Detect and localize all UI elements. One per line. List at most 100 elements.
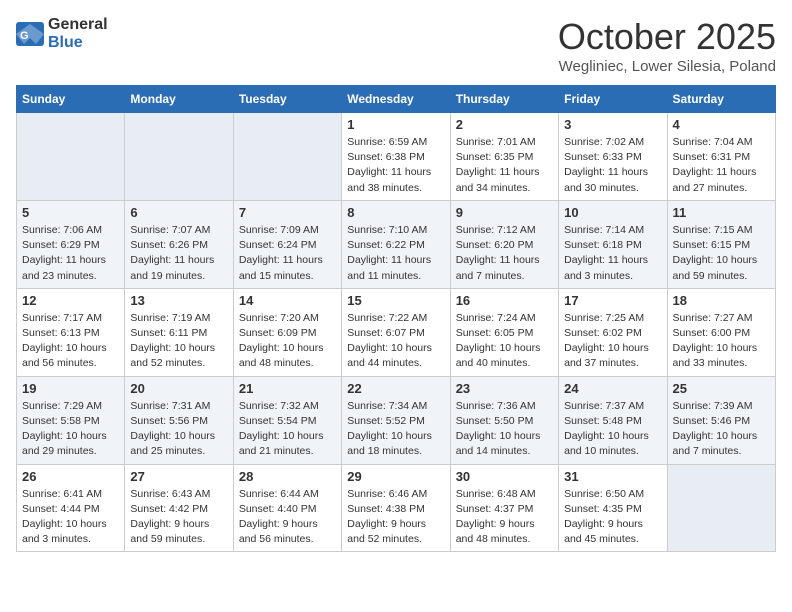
cell-date-number: 29 — [347, 469, 444, 484]
cell-date-number: 8 — [347, 205, 444, 220]
title-block: October 2025 Wegliniec, Lower Silesia, P… — [558, 16, 776, 75]
logo-icon: G — [16, 22, 44, 46]
cell-date-number: 14 — [239, 293, 336, 308]
calendar-cell: 31 Sunrise: 6:50 AMSunset: 4:35 PMDayligh… — [559, 464, 667, 552]
calendar-cell: 21 Sunrise: 7:32 AMSunset: 5:54 PMDayligh… — [233, 376, 341, 464]
cell-info-text: Sunrise: 6:50 AMSunset: 4:35 PMDaylight:… — [564, 487, 661, 548]
calendar-cell: 1 Sunrise: 6:59 AMSunset: 6:38 PMDaylight… — [342, 113, 450, 201]
calendar-cell: 29 Sunrise: 6:46 AMSunset: 4:38 PMDayligh… — [342, 464, 450, 552]
calendar-cell — [125, 113, 233, 201]
cell-date-number: 4 — [673, 117, 770, 132]
cell-info-text: Sunrise: 6:59 AMSunset: 6:38 PMDaylight:… — [347, 135, 444, 196]
cell-date-number: 17 — [564, 293, 661, 308]
cell-info-text: Sunrise: 6:44 AMSunset: 4:40 PMDaylight:… — [239, 487, 336, 548]
logo-blue-text: Blue — [48, 34, 83, 51]
cell-info-text: Sunrise: 7:25 AMSunset: 6:02 PMDaylight:… — [564, 311, 661, 372]
calendar-cell: 12Sunrise: 7:17 AMSunset: 6:13 PMDayligh… — [17, 288, 125, 376]
calendar-cell — [17, 113, 125, 201]
week-row-4: 19Sunrise: 7:29 AMSunset: 5:58 PMDayligh… — [17, 376, 776, 464]
calendar-cell: 30 Sunrise: 6:48 AMSunset: 4:37 PMDayligh… — [450, 464, 558, 552]
cell-date-number: 3 — [564, 117, 661, 132]
cell-date-number: 20 — [130, 381, 227, 396]
cell-date-number: 7 — [239, 205, 336, 220]
calendar-cell: 22 Sunrise: 7:34 AMSunset: 5:52 PMDayligh… — [342, 376, 450, 464]
calendar-cell: 25 Sunrise: 7:39 AMSunset: 5:46 PMDayligh… — [667, 376, 775, 464]
cell-info-text: Sunrise: 7:32 AMSunset: 5:54 PMDaylight:… — [239, 399, 336, 460]
cell-date-number: 30 — [456, 469, 553, 484]
calendar-cell: 27Sunrise: 6:43 AMSunset: 4:42 PMDayligh… — [125, 464, 233, 552]
calendar-table: SundayMondayTuesdayWednesdayThursdayFrid… — [16, 85, 776, 552]
calendar-cell: 3 Sunrise: 7:02 AMSunset: 6:33 PMDaylight… — [559, 113, 667, 201]
calendar-cell: 18 Sunrise: 7:27 AMSunset: 6:00 PMDayligh… — [667, 288, 775, 376]
calendar-cell: 6 Sunrise: 7:07 AMSunset: 6:26 PMDaylight… — [125, 200, 233, 288]
calendar-cell — [667, 464, 775, 552]
cell-info-text: Sunrise: 7:19 AMSunset: 6:11 PMDaylight:… — [130, 311, 227, 372]
week-row-3: 12Sunrise: 7:17 AMSunset: 6:13 PMDayligh… — [17, 288, 776, 376]
calendar-cell: 11 Sunrise: 7:15 AMSunset: 6:15 PMDayligh… — [667, 200, 775, 288]
cell-info-text: Sunrise: 7:39 AMSunset: 5:46 PMDaylight:… — [673, 399, 770, 460]
week-row-2: 5 Sunrise: 7:06 AMSunset: 6:29 PMDaylight… — [17, 200, 776, 288]
page-header: G General Blue October 2025 Wegliniec, L… — [16, 16, 776, 75]
cell-date-number: 18 — [673, 293, 770, 308]
cell-info-text: Sunrise: 7:24 AMSunset: 6:05 PMDaylight:… — [456, 311, 553, 372]
cell-info-text: Sunrise: 7:34 AMSunset: 5:52 PMDaylight:… — [347, 399, 444, 460]
calendar-cell: 2Sunrise: 7:01 AMSunset: 6:35 PMDaylight… — [450, 113, 558, 201]
cell-date-number: 27 — [130, 469, 227, 484]
calendar-cell: 20 Sunrise: 7:31 AMSunset: 5:56 PMDayligh… — [125, 376, 233, 464]
calendar-cell: 13 Sunrise: 7:19 AMSunset: 6:11 PMDayligh… — [125, 288, 233, 376]
cell-info-text: Sunrise: 7:15 AMSunset: 6:15 PMDaylight:… — [673, 223, 770, 284]
cell-info-text: Sunrise: 6:46 AMSunset: 4:38 PMDaylight:… — [347, 487, 444, 548]
location-subtitle: Wegliniec, Lower Silesia, Poland — [558, 58, 776, 75]
week-row-1: 1 Sunrise: 6:59 AMSunset: 6:38 PMDaylight… — [17, 113, 776, 201]
day-header-wednesday: Wednesday — [342, 86, 450, 113]
svg-text:G: G — [20, 30, 29, 42]
cell-date-number: 19 — [22, 381, 119, 396]
calendar-cell: 8Sunrise: 7:10 AMSunset: 6:22 PMDaylight… — [342, 200, 450, 288]
day-header-saturday: Saturday — [667, 86, 775, 113]
cell-date-number: 21 — [239, 381, 336, 396]
cell-info-text: Sunrise: 7:07 AMSunset: 6:26 PMDaylight:… — [130, 223, 227, 284]
cell-date-number: 25 — [673, 381, 770, 396]
cell-date-number: 28 — [239, 469, 336, 484]
day-header-tuesday: Tuesday — [233, 86, 341, 113]
cell-date-number: 5 — [22, 205, 119, 220]
calendar-cell: 26 Sunrise: 6:41 AMSunset: 4:44 PMDayligh… — [17, 464, 125, 552]
month-title: October 2025 — [558, 16, 776, 58]
cell-date-number: 31 — [564, 469, 661, 484]
day-header-friday: Friday — [559, 86, 667, 113]
cell-date-number: 15 — [347, 293, 444, 308]
cell-info-text: Sunrise: 7:36 AMSunset: 5:50 PMDaylight:… — [456, 399, 553, 460]
day-header-monday: Monday — [125, 86, 233, 113]
cell-info-text: Sunrise: 7:22 AMSunset: 6:07 PMDaylight:… — [347, 311, 444, 372]
cell-info-text: Sunrise: 6:48 AMSunset: 4:37 PMDaylight:… — [456, 487, 553, 548]
cell-info-text: Sunrise: 7:20 AMSunset: 6:09 PMDaylight:… — [239, 311, 336, 372]
calendar-cell: 19Sunrise: 7:29 AMSunset: 5:58 PMDayligh… — [17, 376, 125, 464]
cell-date-number: 23 — [456, 381, 553, 396]
cell-info-text: Sunrise: 7:04 AMSunset: 6:31 PMDaylight:… — [673, 135, 770, 196]
cell-info-text: Sunrise: 7:37 AMSunset: 5:48 PMDaylight:… — [564, 399, 661, 460]
calendar-cell: 24Sunrise: 7:37 AMSunset: 5:48 PMDayligh… — [559, 376, 667, 464]
logo-general-text: General — [48, 16, 108, 33]
calendar-cell: 9Sunrise: 7:12 AMSunset: 6:20 PMDaylight… — [450, 200, 558, 288]
cell-date-number: 6 — [130, 205, 227, 220]
cell-info-text: Sunrise: 7:02 AMSunset: 6:33 PMDaylight:… — [564, 135, 661, 196]
cell-info-text: Sunrise: 6:41 AMSunset: 4:44 PMDaylight:… — [22, 487, 119, 548]
cell-info-text: Sunrise: 7:14 AMSunset: 6:18 PMDaylight:… — [564, 223, 661, 284]
cell-info-text: Sunrise: 7:31 AMSunset: 5:56 PMDaylight:… — [130, 399, 227, 460]
calendar-cell: 15 Sunrise: 7:22 AMSunset: 6:07 PMDayligh… — [342, 288, 450, 376]
cell-date-number: 11 — [673, 205, 770, 220]
cell-info-text: Sunrise: 7:06 AMSunset: 6:29 PMDaylight:… — [22, 223, 119, 284]
calendar-cell: 17 Sunrise: 7:25 AMSunset: 6:02 PMDayligh… — [559, 288, 667, 376]
day-header-thursday: Thursday — [450, 86, 558, 113]
cell-date-number: 2 — [456, 117, 553, 132]
cell-info-text: Sunrise: 7:27 AMSunset: 6:00 PMDaylight:… — [673, 311, 770, 372]
cell-date-number: 1 — [347, 117, 444, 132]
calendar-cell: 16Sunrise: 7:24 AMSunset: 6:05 PMDayligh… — [450, 288, 558, 376]
cell-info-text: Sunrise: 7:17 AMSunset: 6:13 PMDaylight:… — [22, 311, 119, 372]
cell-date-number: 22 — [347, 381, 444, 396]
day-header-sunday: Sunday — [17, 86, 125, 113]
cell-date-number: 13 — [130, 293, 227, 308]
calendar-cell: 5 Sunrise: 7:06 AMSunset: 6:29 PMDaylight… — [17, 200, 125, 288]
cell-date-number: 26 — [22, 469, 119, 484]
logo: G General Blue — [16, 16, 108, 52]
